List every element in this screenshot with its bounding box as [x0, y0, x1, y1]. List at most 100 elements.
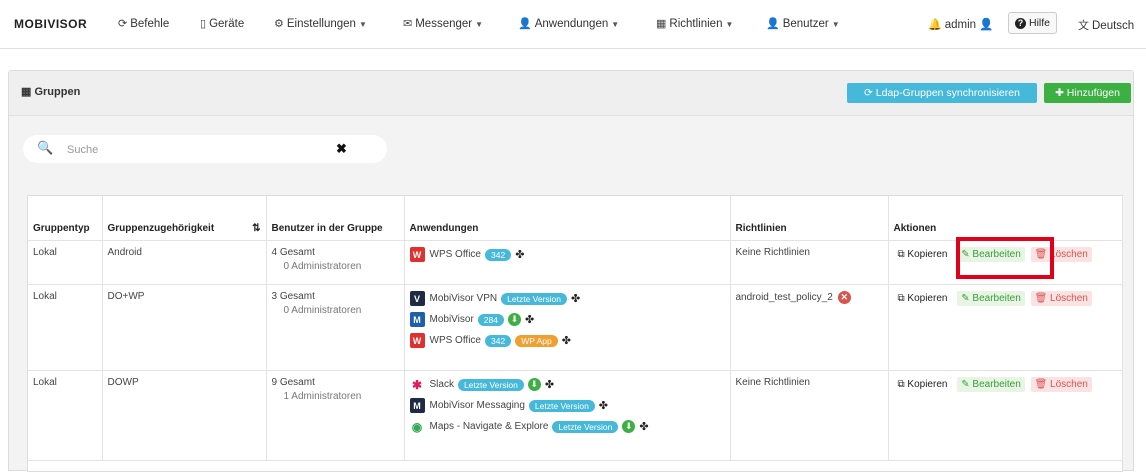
cell-users: 3 Gesamt 0 Administratoren — [266, 284, 405, 371]
nav-geraete[interactable]: ▯ Geräte — [200, 17, 244, 30]
trash-icon: 🗑 — [1034, 293, 1048, 304]
remove-policy-icon[interactable]: ✕ — [837, 291, 851, 304]
copy-icon: ⧉ — [897, 379, 905, 390]
slack-icon: ✱ — [409, 377, 425, 392]
sync-icon: ⟳ — [864, 87, 873, 99]
table-row: Lokal DO+WP 3 Gesamt 0 Administratoren VM… — [28, 284, 1123, 371]
edit-button[interactable]: ✎ Bearbeiten — [957, 291, 1025, 306]
nav-anwendungen[interactable]: 👤 Anwendungen ▼ — [518, 17, 619, 30]
nav-richtlinien[interactable]: ▦ Richtlinien ▼ — [656, 17, 733, 30]
col-header-actions: Aktionen — [888, 196, 1123, 241]
col-header-type[interactable]: Gruppentyp — [28, 196, 103, 241]
android-icon: ✤ — [544, 379, 555, 391]
col-header-membership[interactable]: Gruppenzugehörigkeit ⇅ — [102, 196, 267, 241]
chevron-down-icon: ▼ — [475, 20, 484, 29]
cell-policy: android_test_policy_2 ✕ — [730, 284, 889, 371]
grid-icon: ▦ — [21, 86, 32, 98]
android-icon: ✤ — [598, 400, 609, 412]
download-icon: ⬇ — [622, 420, 636, 433]
app-item: V MobiVisor VPN Letzte Version ✤ — [409, 291, 725, 306]
nav-messenger[interactable]: ✉ Messenger ▼ — [403, 17, 483, 30]
wps-office-icon: W — [409, 333, 425, 348]
app-logo[interactable]: MOBIVISOR — [14, 17, 87, 31]
android-icon: ✤ — [561, 335, 571, 347]
edit-button[interactable]: ✎ Bearbeiten — [957, 377, 1025, 392]
nav-benutzer[interactable]: 👤 Benutzer ▼ — [766, 17, 840, 30]
android-icon: ✤ — [571, 293, 581, 305]
android-icon: ✤ — [515, 249, 525, 261]
search-icon: 🔍 — [37, 140, 54, 155]
envelope-icon: ✉ — [403, 18, 413, 30]
top-navbar: MOBIVISOR ⟳ Befehle ▯ Geräte ⚙ Einstellunge… — [0, 0, 1146, 49]
cell-apps: W WPS Office 342 ✤ — [404, 240, 731, 285]
nav-einstellungen[interactable]: ⚙ Einstellungen ▼ — [274, 17, 367, 30]
version-badge: 342 — [485, 334, 512, 347]
maps-icon: ◉ — [409, 419, 425, 434]
user-icon: 👤 — [518, 18, 532, 30]
chevron-down-icon: ▼ — [725, 20, 734, 29]
version-badge: Letzte Version — [528, 399, 595, 412]
cell-membership: Android — [102, 240, 267, 285]
app-item: W WPS Office 342 ✤ — [409, 247, 725, 262]
cell-policy: Keine Richtlinien — [730, 370, 889, 461]
add-group-button[interactable]: ✚ Hinzufügen — [1044, 83, 1131, 103]
cell-membership: DO+WP — [102, 284, 267, 371]
col-header-apps[interactable]: Anwendungen — [404, 196, 731, 241]
copy-icon: ⧉ — [897, 293, 905, 304]
android-icon: ✤ — [524, 314, 535, 326]
wp-app-badge: WP App — [515, 334, 558, 347]
version-badge: Letzte Version — [457, 378, 524, 391]
phone-icon: ▯ — [200, 18, 207, 30]
clear-search-icon[interactable]: ✖ — [336, 141, 347, 157]
language-selector[interactable]: 文 Deutsch — [1078, 17, 1134, 33]
delete-button[interactable]: 🗑 Löschen — [1030, 377, 1092, 392]
cell-apps: ✱ Slack Letzte Version ⬇ ✤ M MobiVisor Messag… — [404, 370, 731, 461]
panel-header: ▦ Gruppen ⟳ Ldap-Gruppen synchronisieren… — [9, 71, 1133, 116]
chevron-down-icon: ▼ — [358, 20, 367, 29]
copy-button[interactable]: ⧉ Kopieren — [894, 291, 952, 306]
col-header-policies[interactable]: Richtlinien — [730, 196, 889, 241]
copy-button[interactable]: ⧉ Kopieren — [894, 377, 952, 392]
help-icon: ? — [1015, 18, 1026, 29]
col-header-users[interactable]: Benutzer in der Gruppe — [266, 196, 405, 241]
bell-icon[interactable]: 🔔 — [928, 18, 942, 31]
search-box: 🔍 ✖ — [23, 135, 387, 163]
app-item: ✱ Slack Letzte Version ⬇ ✤ — [409, 377, 725, 392]
pencil-icon: ✎ — [961, 379, 970, 390]
help-button[interactable]: ? Hilfe — [1008, 12, 1058, 34]
app-item: ◉ Maps - Navigate & Explore Letzte Version… — [409, 419, 725, 434]
ldap-sync-button[interactable]: ⟳ Ldap-Gruppen synchronisieren — [847, 83, 1037, 103]
table-header-row: Gruppentyp Gruppenzugehörigkeit ⇅ Benutz… — [28, 196, 1123, 241]
download-icon: ⬇ — [527, 378, 541, 391]
delete-button[interactable]: 🗑 Löschen — [1030, 291, 1092, 306]
app-item: W WPS Office 342 WP App ✤ — [409, 333, 725, 348]
gear-icon: ⚙ — [274, 18, 284, 30]
cell-type: Lokal — [28, 284, 103, 371]
download-icon: ⬇ — [507, 313, 521, 326]
mobivisor-icon: M — [409, 312, 425, 327]
highlight-box — [956, 237, 1054, 279]
copy-button[interactable]: ⧉ Kopieren — [894, 247, 952, 262]
cell-users: 4 Gesamt 0 Administratoren — [266, 240, 405, 285]
cell-actions: ⧉ Kopieren ✎ Bearbeiten 🗑 Löschen — [888, 370, 1123, 461]
cell-actions: ⧉ Kopieren ✎ Bearbeiten 🗑 Löschen — [888, 284, 1123, 371]
cell-membership: DOWP — [102, 370, 267, 461]
nav-befehle[interactable]: ⟳ Befehle — [118, 17, 169, 30]
user-icon: 👤 — [766, 18, 780, 30]
search-input[interactable] — [65, 141, 339, 159]
user-icon: 👤 — [979, 19, 994, 31]
refresh-icon: ⟳ — [118, 18, 128, 30]
cell-users: 9 Gesamt 1 Administratoren — [266, 370, 405, 461]
nav-user-admin[interactable]: 🔔 admin 👤 — [928, 17, 994, 31]
app-item: M MobiVisor Messaging Letzte Version ✤ — [409, 398, 725, 413]
cell-apps: V MobiVisor VPN Letzte Version ✤ M MobiVisor… — [404, 284, 731, 371]
table-icon: ▦ — [656, 18, 667, 30]
copy-icon: ⧉ — [897, 249, 905, 260]
app-item: M MobiVisor 284 ⬇ ✤ — [409, 312, 725, 327]
chevron-down-icon: ▼ — [611, 20, 620, 29]
cell-type: Lokal — [28, 240, 103, 285]
mobivisor-messaging-icon: M — [409, 398, 425, 413]
sort-icon[interactable]: ⇅ — [252, 223, 260, 234]
trash-icon: 🗑 — [1034, 379, 1048, 390]
version-badge: Letzte Version — [552, 420, 619, 433]
